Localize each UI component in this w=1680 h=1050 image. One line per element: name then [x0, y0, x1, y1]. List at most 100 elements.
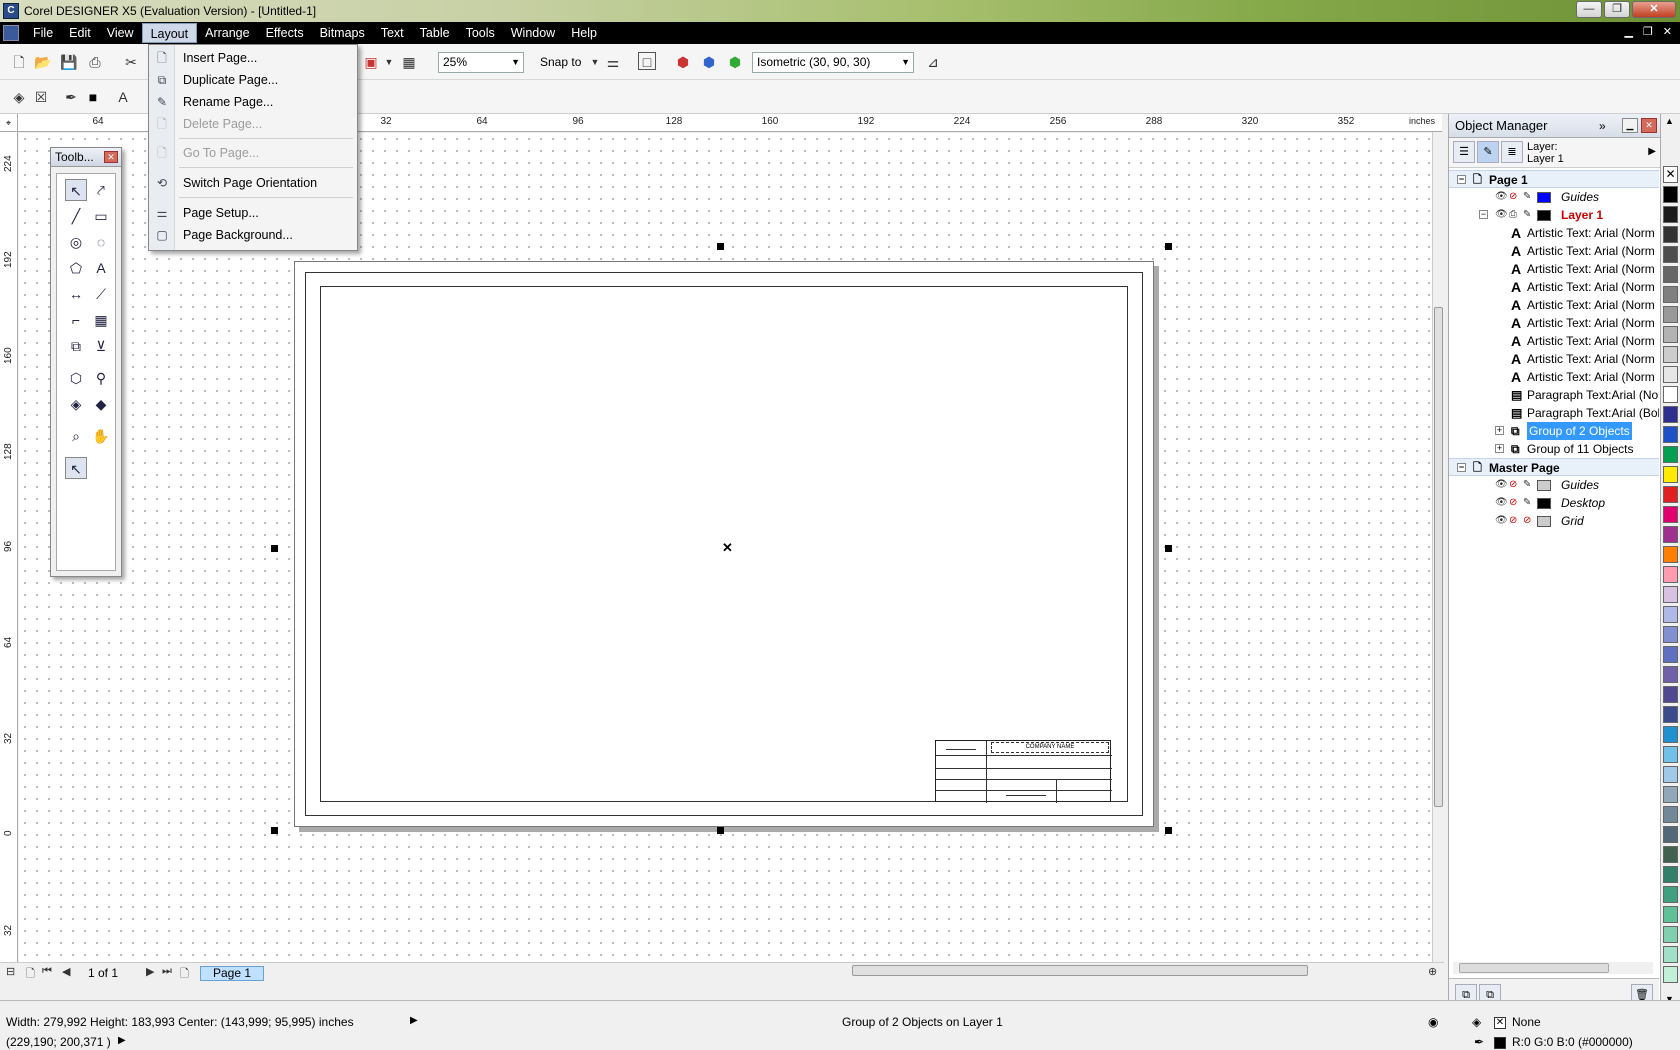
collapse-icon[interactable]: −: [1457, 463, 1466, 472]
tab-page-1[interactable]: Page 1: [200, 966, 265, 981]
palette-color-swatch[interactable]: [1663, 406, 1678, 423]
zoom-tool-icon[interactable]: ⌕: [65, 425, 87, 447]
side-projection-icon[interactable]: ⬢: [726, 53, 744, 71]
tree-artistic-text[interactable]: A Artistic Text: Arial (Norm: [1449, 332, 1659, 350]
close-button[interactable]: ✕: [1632, 1, 1676, 18]
tree-group-11-objects[interactable]: + ⧉ Group of 11 Objects: [1449, 440, 1659, 458]
fill-bucket-icon[interactable]: ◈: [10, 88, 28, 106]
palette-color-swatch[interactable]: [1663, 586, 1678, 603]
text-icon[interactable]: A: [114, 88, 132, 106]
tree-group-2-objects[interactable]: + ⧉ Group of 2 Objects: [1449, 422, 1659, 440]
palette-color-swatch[interactable]: [1663, 946, 1678, 963]
palette-color-swatch[interactable]: [1663, 626, 1678, 643]
shape-tool-icon[interactable]: ⤤: [90, 179, 112, 201]
palette-color-swatch[interactable]: [1663, 426, 1678, 443]
color-proof-icon[interactable]: ◉: [1428, 1015, 1438, 1029]
selection-handle-bottom-right[interactable]: [1165, 827, 1172, 834]
printable-icon[interactable]: ⊘: [1509, 512, 1517, 530]
object-manager-scroll-thumb[interactable]: [1459, 963, 1609, 973]
export-icon[interactable]: ▣: [362, 53, 380, 71]
ruler-origin[interactable]: ⌖: [0, 114, 18, 132]
menu-bitmaps[interactable]: Bitmaps: [312, 23, 373, 43]
object-manager-scrollbar[interactable]: [1453, 962, 1653, 974]
tree-paragraph-text[interactable]: ▤ Paragraph Text:Arial (Bol: [1449, 404, 1659, 422]
tree-artistic-text[interactable]: A Artistic Text: Arial (Norm: [1449, 314, 1659, 332]
extrude-tool-icon[interactable]: ⬡: [65, 367, 87, 389]
menu-switch-page-orientation[interactable]: ⟲ Switch Page Orientation: [149, 173, 357, 193]
layer-flyout-icon[interactable]: ▶: [1648, 146, 1656, 157]
palette-color-swatch[interactable]: [1663, 326, 1678, 343]
drawing-canvas[interactable]: COMPANY NAME ✕: [19, 133, 1432, 962]
layer-color-swatch[interactable]: [1537, 480, 1551, 491]
menu-text[interactable]: Text: [373, 23, 412, 43]
zoom-level-combo[interactable]: 25% ▼: [438, 52, 524, 73]
line-tool-icon[interactable]: ╱: [65, 205, 87, 227]
horizontal-scroll-thumb[interactable]: [852, 965, 1308, 976]
menu-page-background[interactable]: ▢ Page Background...: [149, 225, 357, 245]
printable-icon[interactable]: ⊘: [1509, 494, 1517, 512]
no-fill-icon[interactable]: ☒: [32, 88, 50, 106]
smart-fill-tool-icon[interactable]: ◆: [90, 393, 112, 415]
toolbox-close-icon[interactable]: ✕: [104, 151, 118, 163]
tree-artistic-text[interactable]: A Artistic Text: Arial (Norm: [1449, 260, 1659, 278]
editable-pencil-icon[interactable]: ✎: [1523, 206, 1531, 224]
tree-page-1[interactable]: − 🗋 Page 1: [1449, 170, 1659, 188]
palette-color-swatch[interactable]: [1663, 666, 1678, 683]
menu-view[interactable]: View: [99, 23, 142, 43]
outline-pen-icon[interactable]: ✒: [62, 88, 80, 106]
collapse-icon[interactable]: −: [1479, 210, 1488, 219]
snap-dropdown-icon[interactable]: ▼: [586, 53, 604, 71]
doc-restore-icon[interactable]: ❐: [1643, 25, 1653, 38]
eyedropper-tool-icon[interactable]: ⚲: [90, 367, 112, 389]
visible-eye-icon[interactable]: 👁: [1495, 188, 1508, 206]
editable-pencil-icon[interactable]: ✎: [1523, 188, 1531, 206]
palette-color-swatch[interactable]: [1663, 906, 1678, 923]
pick-tool-icon[interactable]: ↖: [65, 179, 87, 201]
dimension-tool-icon[interactable]: ↔: [65, 283, 87, 305]
title-block[interactable]: COMPANY NAME: [935, 740, 1112, 803]
maximize-button[interactable]: ❐: [1604, 1, 1630, 18]
table-tool-icon[interactable]: ▦: [90, 309, 112, 331]
palette-color-swatch[interactable]: [1663, 366, 1678, 383]
palette-color-swatch[interactable]: [1663, 766, 1678, 783]
layer-color-swatch[interactable]: [1537, 498, 1551, 509]
selection-handle-top-right[interactable]: [1165, 243, 1172, 250]
open-folder-icon[interactable]: 📂: [34, 53, 52, 71]
palette-color-swatch[interactable]: [1663, 526, 1678, 543]
front-projection-icon[interactable]: ⬢: [700, 53, 718, 71]
layer-color-swatch[interactable]: [1537, 516, 1551, 527]
tree-artistic-text[interactable]: A Artistic Text: Arial (Norm: [1449, 242, 1659, 260]
locked-icon[interactable]: ⊘: [1523, 512, 1531, 530]
visible-eye-icon[interactable]: 👁: [1495, 476, 1508, 494]
first-page-icon[interactable]: ⏮: [42, 965, 52, 978]
print-layer-icon[interactable]: ⎙: [1509, 206, 1517, 224]
coords-flyout-icon[interactable]: ▶: [118, 1035, 126, 1046]
status-flyout-icon[interactable]: ▶: [410, 1015, 418, 1026]
export-dropdown-icon[interactable]: ▼: [380, 53, 398, 71]
vertical-ruler[interactable]: 224 192 160 128 96 64 32 0 32: [0, 132, 18, 962]
doc-close-icon[interactable]: ✕: [1663, 25, 1672, 38]
tree-artistic-text[interactable]: A Artistic Text: Arial (Norm: [1449, 224, 1659, 242]
palette-color-swatch[interactable]: [1663, 866, 1678, 883]
printable-icon[interactable]: ⊘: [1509, 476, 1517, 494]
cut-icon[interactable]: ✂: [122, 53, 140, 71]
tree-artistic-text[interactable]: A Artistic Text: Arial (Norm: [1449, 296, 1659, 314]
shape-edit-tool-icon[interactable]: ⧉: [65, 335, 87, 357]
palette-color-swatch[interactable]: [1663, 826, 1678, 843]
app-icon[interactable]: C: [3, 3, 19, 19]
selection-handle-bottom[interactable]: [717, 827, 724, 834]
previous-page-icon[interactable]: ◀: [62, 965, 70, 978]
palette-color-swatch[interactable]: [1663, 306, 1678, 323]
tree-artistic-text[interactable]: A Artistic Text: Arial (Norm: [1449, 350, 1659, 368]
freehand-tool-icon[interactable]: ◌: [90, 231, 112, 253]
pan-tool-icon[interactable]: ✋: [90, 425, 112, 447]
projection-combo[interactable]: Isometric (30, 90, 30) ▼: [752, 52, 914, 73]
palette-color-swatch[interactable]: [1663, 266, 1678, 283]
tree-artistic-text[interactable]: A Artistic Text: Arial (Norm: [1449, 278, 1659, 296]
palette-color-swatch[interactable]: [1663, 686, 1678, 703]
palette-color-swatch[interactable]: [1663, 226, 1678, 243]
application-launcher-icon[interactable]: ▦: [400, 53, 418, 71]
menu-rename-page[interactable]: ✎ Rename Page...: [149, 92, 357, 112]
add-page-after-icon[interactable]: 🗋: [180, 965, 189, 984]
projected-axes-icon[interactable]: □: [638, 52, 656, 70]
